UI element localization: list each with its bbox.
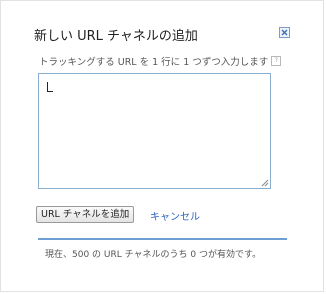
instruction-row: トラッキングする URL を 1 行に 1 つずつ入力します ? [39, 54, 282, 68]
add-url-channel-button[interactable]: URL チャネルを追加 [36, 206, 135, 223]
close-icon[interactable] [279, 27, 290, 38]
cancel-link[interactable]: キャンセル [150, 208, 200, 223]
text-cursor-base [47, 91, 53, 92]
dialog-title: 新しい URL チャネルの追加 [34, 29, 198, 44]
instruction-text: トラッキングする URL を 1 行に 1 つずつ入力します [39, 57, 269, 68]
status-text: 現在、500 の URL チャネルのうち 0 つが有効です。 [45, 250, 262, 260]
add-url-channel-dialog: 新しい URL チャネルの追加 トラッキングする URL を 1 行に 1 つず… [0, 0, 324, 292]
divider [38, 238, 287, 240]
url-textarea[interactable] [38, 73, 271, 189]
help-icon[interactable]: ? [271, 56, 282, 66]
resize-grip-icon[interactable] [261, 179, 269, 187]
